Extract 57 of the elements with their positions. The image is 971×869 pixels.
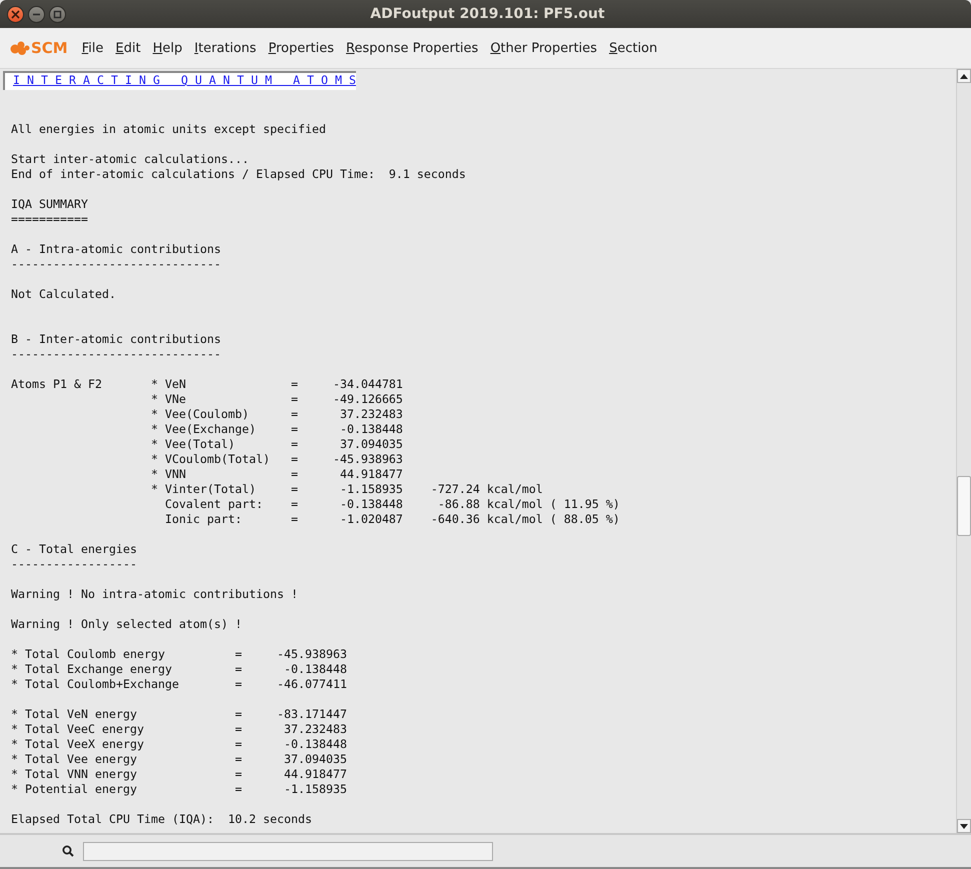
output-line: ===========	[11, 212, 89, 227]
output-line: ------------------------------	[11, 257, 222, 272]
menu-item[interactable]: Iterations	[194, 40, 256, 56]
output-line: Warning ! Only selected atom(s) !	[11, 617, 243, 632]
output-line: * Vee(Coulomb) = 37.232483	[150, 407, 404, 422]
output-line: * Vee(Total) = 37.094035	[150, 437, 404, 452]
output-line: Warning ! No intra-atomic contributions !	[11, 587, 299, 602]
output-line: IQA SUMMARY	[11, 197, 89, 212]
close-icon	[11, 10, 20, 18]
output-line: * Vee(Exchange) = -0.138448	[150, 422, 404, 437]
close-button[interactable]	[7, 6, 24, 22]
output-line: A - Intra-atomic contributions	[11, 242, 222, 257]
output-line: * Total Coulomb energy = -45.938963	[11, 647, 348, 662]
section-link[interactable]: I N T E R A C T I N G Q U A N T U M A T O M S	[3, 71, 356, 90]
logo-text: SCM	[31, 39, 68, 57]
output-line: * Total Exchange energy = -0.138448	[11, 662, 348, 677]
output-line: Ionic part: = -1.020487 -640.36 kcal/mol ( 88.05 %)	[164, 512, 621, 527]
output-line: Covalent part: = -0.138448 -86.88 kcal/mol ( 11.95 %)	[164, 497, 621, 512]
down-arrow-icon[interactable]	[960, 824, 968, 828]
output-line: * Potential energy = -1.158935	[11, 782, 348, 797]
menu-item[interactable]: Properties	[268, 40, 334, 56]
menu-item[interactable]: Help	[152, 40, 182, 56]
scrollbar[interactable]	[956, 69, 971, 833]
menu-item[interactable]: File	[82, 40, 104, 56]
maximize-button[interactable]	[49, 6, 66, 22]
menu-item[interactable]: Response Properties	[346, 40, 478, 56]
output-line: * Vinter(Total) = -1.158935 -727.24 kcal/mol	[150, 482, 544, 497]
output-line: * Total VeN energy = -83.171447	[11, 707, 348, 722]
maximize-icon	[53, 10, 62, 18]
output-line: * VNN = 44.918477	[150, 467, 404, 482]
scroll-thumb[interactable]	[957, 476, 971, 536]
output-line: ------------------------------	[11, 347, 222, 362]
up-arrow-icon[interactable]	[960, 74, 968, 78]
output-line: End of inter-atomic calculations / Elapsed CPU Time: 9.1 seconds	[11, 167, 467, 182]
minimize-button[interactable]	[28, 6, 45, 22]
output-line: * VCoulomb(Total) = -45.938963	[150, 452, 404, 467]
output-line: All energies in atomic units except specified	[11, 122, 327, 137]
menu-item[interactable]: Edit	[116, 40, 141, 56]
output-line: * VNe = -49.126665	[150, 392, 404, 407]
menu-item[interactable]: Other Properties	[490, 40, 598, 56]
output-line: Atoms P1 & F2 * VeN = -34.044781	[11, 377, 404, 392]
output-line: * Total Vee energy = 37.094035	[11, 752, 348, 767]
menu-item[interactable]: Section	[609, 40, 658, 56]
logo-icon	[10, 40, 30, 56]
output-line: * Total Coulomb+Exchange = -46.077411	[11, 677, 348, 692]
output-line: C - Total energies	[11, 542, 138, 557]
output-line: * Total VNN energy = 44.918477	[11, 767, 348, 782]
output-line: * Total VeeC energy = 37.232483	[11, 722, 348, 737]
output-line: ------------------	[11, 557, 138, 572]
output-line: * Total VeeX energy = -0.138448	[11, 737, 348, 752]
output-line: B - Inter-atomic contributions	[11, 332, 222, 347]
output-line: Elapsed Total CPU Time (IQA): 10.2 seconds	[11, 812, 313, 827]
window-title: ADFoutput 2019.101: PF5.out	[369, 6, 606, 22]
search-icon	[62, 845, 74, 857]
output-line: Not Calculated.	[11, 287, 117, 302]
output-line: Start inter-atomic calculations...	[11, 152, 250, 167]
search-field[interactable]	[83, 842, 493, 860]
